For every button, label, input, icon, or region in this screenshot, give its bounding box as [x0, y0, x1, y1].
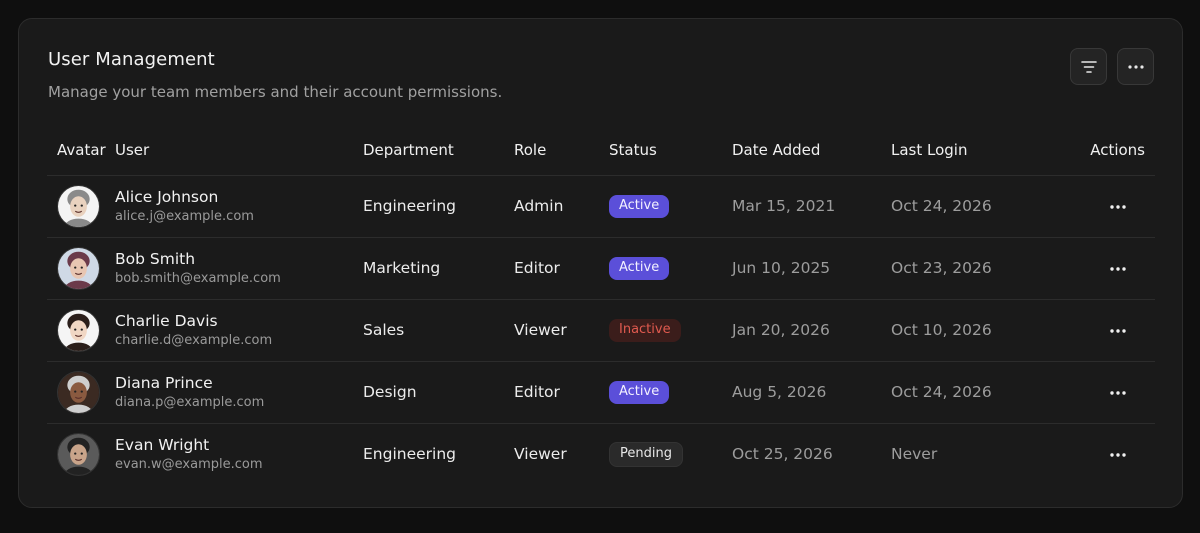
date-added-cell: Jan 20, 2026	[732, 299, 891, 362]
more-horizontal-icon	[1109, 453, 1126, 457]
last-login-cell: Oct 23, 2026	[891, 237, 1044, 300]
department-cell: Sales	[363, 299, 514, 362]
avatar	[57, 370, 100, 414]
role-cell: Editor	[514, 237, 609, 300]
column-header-date-added[interactable]: Date Added	[732, 126, 891, 176]
last-login-cell: Never	[891, 445, 938, 464]
user-cell: Bob Smith bob.smith@example.com	[115, 237, 363, 300]
filter-button[interactable]	[1070, 48, 1107, 85]
role-cell: Viewer	[514, 299, 609, 362]
column-header-department[interactable]: Department	[363, 126, 514, 176]
filter-icon	[1080, 60, 1097, 73]
more-horizontal-icon	[1109, 267, 1126, 271]
role-cell: Editor	[514, 361, 609, 424]
more-horizontal-icon	[1127, 64, 1144, 69]
status-badge: Active	[609, 256, 670, 280]
column-header-actions: Actions	[1044, 126, 1155, 176]
user-management-card: User Management Manage your team members…	[18, 18, 1183, 508]
department-cell: Engineering	[363, 445, 456, 464]
department-cell: Design	[363, 361, 514, 424]
row-actions-button[interactable]	[1106, 321, 1130, 341]
avatar	[57, 432, 100, 476]
table-row[interactable]: Alice Johnson alice.j@example.com Engineer…	[47, 175, 1155, 238]
user-name: Charlie Davis	[115, 311, 218, 330]
column-header-status[interactable]: Status	[609, 126, 732, 176]
user-name: Bob Smith	[115, 249, 196, 268]
user-cell: Charlie Davis charlie.d@example.com	[115, 299, 363, 362]
row-actions-button[interactable]	[1106, 259, 1130, 279]
user-cell: Alice Johnson alice.j@example.com	[115, 175, 363, 238]
user-email: bob.smith@example.com	[115, 270, 281, 286]
last-login-cell: Oct 10, 2026	[891, 299, 1044, 362]
last-login-cell: Oct 24, 2026	[891, 175, 1044, 238]
column-header-user[interactable]: User	[115, 126, 363, 176]
table-row[interactable]: Charlie Davis charlie.d@example.com Sales V…	[47, 299, 1155, 362]
status-badge: Inactive	[609, 318, 681, 342]
user-email: diana.p@example.com	[115, 394, 265, 410]
role-cell: Admin	[514, 175, 609, 238]
column-header-role[interactable]: Role	[514, 126, 609, 176]
table-header-row: Avatar User Department Role Status Date …	[47, 126, 1155, 176]
last-login-cell: Oct 24, 2026	[891, 361, 1044, 424]
date-added-cell: Oct 25, 2026	[732, 445, 833, 464]
user-email: alice.j@example.com	[115, 208, 254, 224]
user-email: charlie.d@example.com	[115, 332, 273, 348]
users-table: Avatar User Department Role Status Date …	[47, 126, 1155, 485]
user-cell: Evan Wright evan.w@example.com	[115, 423, 363, 485]
status-badge: Pending	[609, 441, 683, 467]
row-actions-button[interactable]	[1106, 383, 1130, 403]
table-row[interactable]: Bob Smith bob.smith@example.com Marketing E…	[47, 237, 1155, 300]
more-options-button[interactable]	[1117, 48, 1154, 85]
user-name: Diana Prince	[115, 373, 213, 392]
more-horizontal-icon	[1109, 205, 1126, 209]
avatar	[57, 246, 100, 290]
status-badge: Active	[609, 194, 670, 218]
avatar	[57, 184, 100, 228]
user-name: Evan Wright	[115, 435, 210, 454]
department-cell: Marketing	[363, 237, 514, 300]
more-horizontal-icon	[1109, 329, 1126, 333]
date-added-cell: Mar 15, 2021	[732, 175, 891, 238]
user-email: evan.w@example.com	[115, 456, 263, 472]
role-cell: Viewer	[514, 445, 567, 464]
row-actions-button[interactable]	[1106, 197, 1130, 217]
user-name: Alice Johnson	[115, 187, 219, 206]
avatar	[57, 308, 100, 352]
department-cell: Engineering	[363, 175, 514, 238]
date-added-cell: Aug 5, 2026	[732, 361, 891, 424]
date-added-cell: Jun 10, 2025	[732, 237, 891, 300]
more-horizontal-icon	[1109, 391, 1126, 395]
row-actions-button[interactable]	[1106, 445, 1130, 465]
page-subtitle: Manage your team members and their accou…	[48, 83, 503, 101]
column-header-last-login[interactable]: Last Login	[891, 126, 1044, 176]
table-row[interactable]: Diana Prince diana.p@example.com Design Edi…	[47, 361, 1155, 424]
column-header-avatar[interactable]: Avatar	[47, 126, 115, 176]
status-badge: Active	[609, 380, 670, 404]
table-row[interactable]: Evan Wright evan.w@example.com Engineering…	[47, 423, 1155, 485]
user-cell: Diana Prince diana.p@example.com	[115, 361, 363, 424]
page-title: User Management	[48, 49, 215, 70]
